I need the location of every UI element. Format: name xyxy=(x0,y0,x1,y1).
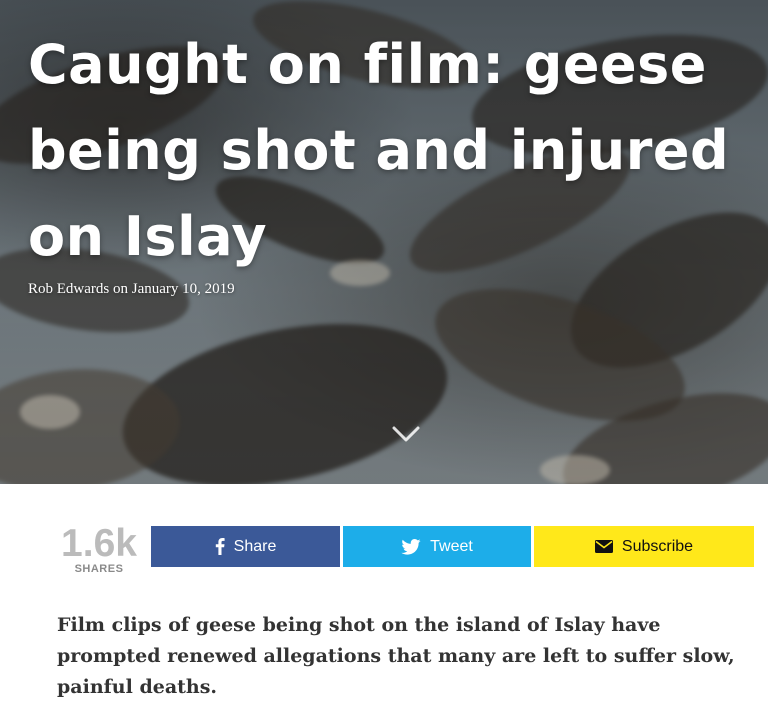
envelope-icon xyxy=(594,540,613,553)
tweet-button[interactable]: Tweet xyxy=(343,526,531,567)
facebook-share-label: Share xyxy=(233,537,277,555)
article-title: Caught on film: geese being shot and inj… xyxy=(28,33,730,268)
hero-image: Caught on film: geese being shot and inj… xyxy=(0,0,768,484)
article-byline: Rob Edwards on January 10, 2019 xyxy=(28,281,235,297)
facebook-share-button[interactable]: Share xyxy=(151,526,340,567)
share-count-number: 1.6k xyxy=(61,522,137,565)
subscribe-label: Subscribe xyxy=(621,537,694,555)
twitter-icon xyxy=(401,538,421,555)
tweet-label: Tweet xyxy=(430,537,473,555)
share-bar: 1.6k SHARES Share Tweet Subscribe xyxy=(57,522,754,575)
article-lede: Film clips of geese being shot on the is… xyxy=(57,614,735,698)
share-count: 1.6k SHARES xyxy=(57,522,141,575)
subscribe-button[interactable]: Subscribe xyxy=(534,526,754,567)
facebook-icon xyxy=(215,538,225,555)
chevron-down-icon[interactable] xyxy=(392,424,420,444)
